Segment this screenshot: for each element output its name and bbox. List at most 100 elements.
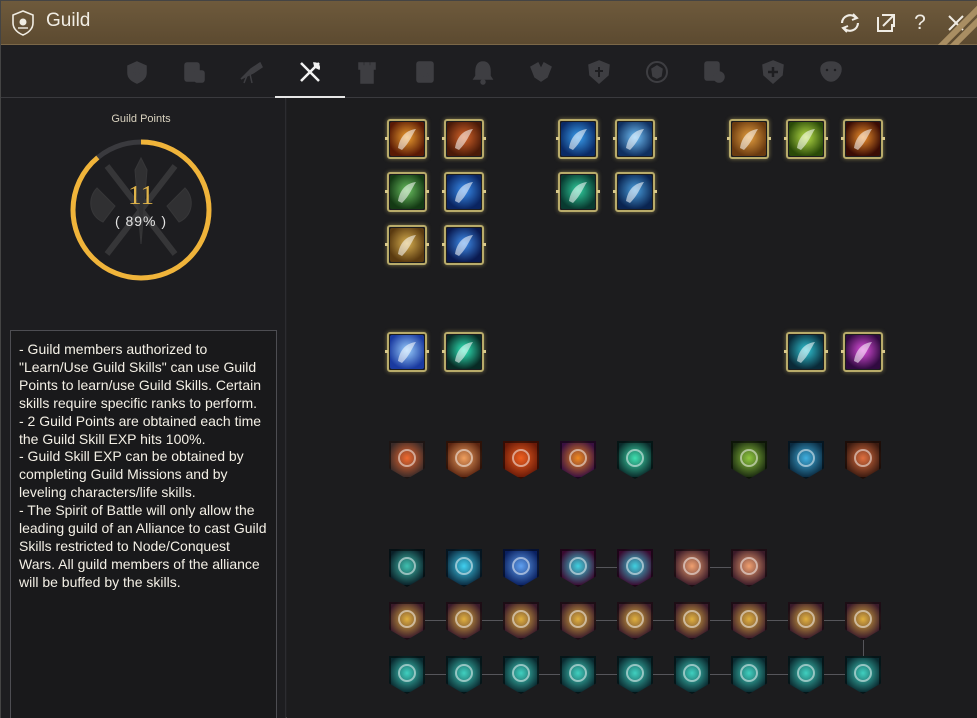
tab-castle-icon [358,62,376,84]
guild-skill-description: - Guild members authorized to "Learn/Use… [19,341,267,590]
guild-points-percent: ( 89% ) [114,213,168,229]
tools-shield-icon[interactable] [503,549,539,587]
skill-connector-line [710,674,731,675]
tab-scroll[interactable] [408,53,442,91]
help-button[interactable]: ? [907,10,933,36]
teal-chest-shield-icon[interactable] [674,656,710,694]
guild-points-panel: Guild Points 11 ( 89% ) - Guild members … [1,98,286,718]
tab-castle[interactable] [350,53,384,91]
guild-crest-icon [12,10,34,36]
skill-connector-line [653,620,674,621]
skill-connector-line [425,620,446,621]
gold-hand-skill-icon[interactable] [727,119,771,159]
tab-shield[interactable] [582,53,616,91]
teal-arrow-shield-icon[interactable] [617,441,653,479]
blue-orb-shield-icon[interactable] [788,441,824,479]
teal-chest-shield-icon[interactable] [617,656,653,694]
anchor-shield-icon[interactable] [389,549,425,587]
teal-chest-shield-icon[interactable] [731,656,767,694]
wheel-shield-icon[interactable] [845,441,881,479]
tab-bell-icon [472,61,494,85]
tab-contract[interactable] [697,53,731,91]
guild-skill-description-box: - Guild members authorized to "Learn/Use… [10,330,277,718]
tab-members[interactable] [177,53,211,91]
purple-crystal-skill-icon[interactable] [841,332,885,372]
gold-chest-shield-icon[interactable] [446,602,482,640]
teal-chest-shield-icon[interactable] [788,656,824,694]
wing-shield-skill-icon[interactable] [385,332,429,372]
guild-window: Guild ? Guild Points 11 (89%) - Guild … [0,0,977,718]
tab-alliance[interactable] [756,53,790,91]
green-warrior-skill-icon[interactable] [385,172,429,212]
teal-chest-shield-icon[interactable] [503,656,539,694]
help-icon: ? [914,11,926,34]
gold-chest-shield-icon[interactable] [503,602,539,640]
spirit-body-skill-icon[interactable] [442,332,486,372]
tab-mask[interactable] [814,53,848,91]
leaf-skill-icon[interactable] [385,225,429,265]
teal-chest-shield-icon[interactable] [560,656,596,694]
gold-chest-shield-icon[interactable] [617,602,653,640]
spiral-shield-2-icon[interactable] [617,549,653,587]
skill-connector-line [710,567,731,568]
skill-connector-line [824,620,845,621]
teal-chest-shield-icon[interactable] [389,656,425,694]
spiral-shield-1-icon[interactable] [560,549,596,587]
skill-connector-line [482,674,503,675]
tab-war[interactable] [524,53,558,91]
target-skill-icon[interactable] [556,172,600,212]
title-corner-decoration [938,1,977,45]
skill-connector-line [863,640,864,656]
teal-chest-shield-icon[interactable] [845,656,881,694]
sea-wave-skill-icon[interactable] [556,119,600,159]
fire-ring-skill-icon[interactable] [841,119,885,159]
diamond-shield-icon[interactable] [446,549,482,587]
blue-claw-skill-icon[interactable] [442,225,486,265]
popout-icon [877,14,895,32]
dark-fortress-shield-icon[interactable] [389,441,425,479]
refresh-button[interactable] [837,10,863,36]
gold-chest-shield-icon[interactable] [731,602,767,640]
galleon-skill-icon[interactable] [613,172,657,212]
skill-connector-line [710,620,731,621]
ship-skill-icon[interactable] [613,119,657,159]
tab-guild-skills[interactable] [275,45,345,98]
skill-connector-line [824,674,845,675]
skill-connector-line [767,620,788,621]
green-aura-skill-icon[interactable] [784,119,828,159]
gold-chest-shield-icon[interactable] [560,602,596,640]
flame-burst-skill-icon[interactable] [442,119,486,159]
gold-chest-shield-icon[interactable] [788,602,824,640]
skill-connector-line [425,674,446,675]
guild-skill-tree [287,98,977,718]
tab-mask-icon [820,61,842,82]
teal-chest-shield-icon[interactable] [446,656,482,694]
tab-telescope[interactable] [234,53,268,91]
gold-chest-shield-icon[interactable] [389,602,425,640]
tab-guild-info[interactable] [120,53,154,91]
forge-shield-1-icon[interactable] [674,549,710,587]
tab-war-icon [530,61,552,82]
popout-button[interactable] [873,10,899,36]
tab-guild-info-icon [127,61,147,84]
green-leaf-shield-icon[interactable] [731,441,767,479]
skill-connector-line [596,620,617,621]
blue-warrior-skill-icon[interactable] [442,172,486,212]
fire-fist-skill-icon[interactable] [385,119,429,159]
teal-helm-skill-icon[interactable] [784,332,828,372]
window-title: Guild [46,10,91,31]
fire-shield-icon[interactable] [503,441,539,479]
tab-emblem-icon [646,61,668,83]
tab-emblem[interactable] [640,53,674,91]
gold-chest-shield-icon[interactable] [674,602,710,640]
tab-bell[interactable] [466,53,500,91]
vortex-shield-icon[interactable] [560,441,596,479]
gold-chest-shield-icon[interactable] [845,602,881,640]
tab-guild-skills-icon [300,61,320,82]
skill-connector-line [596,567,617,568]
tab-contract-icon [704,61,725,83]
tab-shield-icon [588,60,610,85]
sword-shield-icon[interactable] [446,441,482,479]
skill-connector-line [596,674,617,675]
forge-shield-2-icon[interactable] [731,549,767,587]
